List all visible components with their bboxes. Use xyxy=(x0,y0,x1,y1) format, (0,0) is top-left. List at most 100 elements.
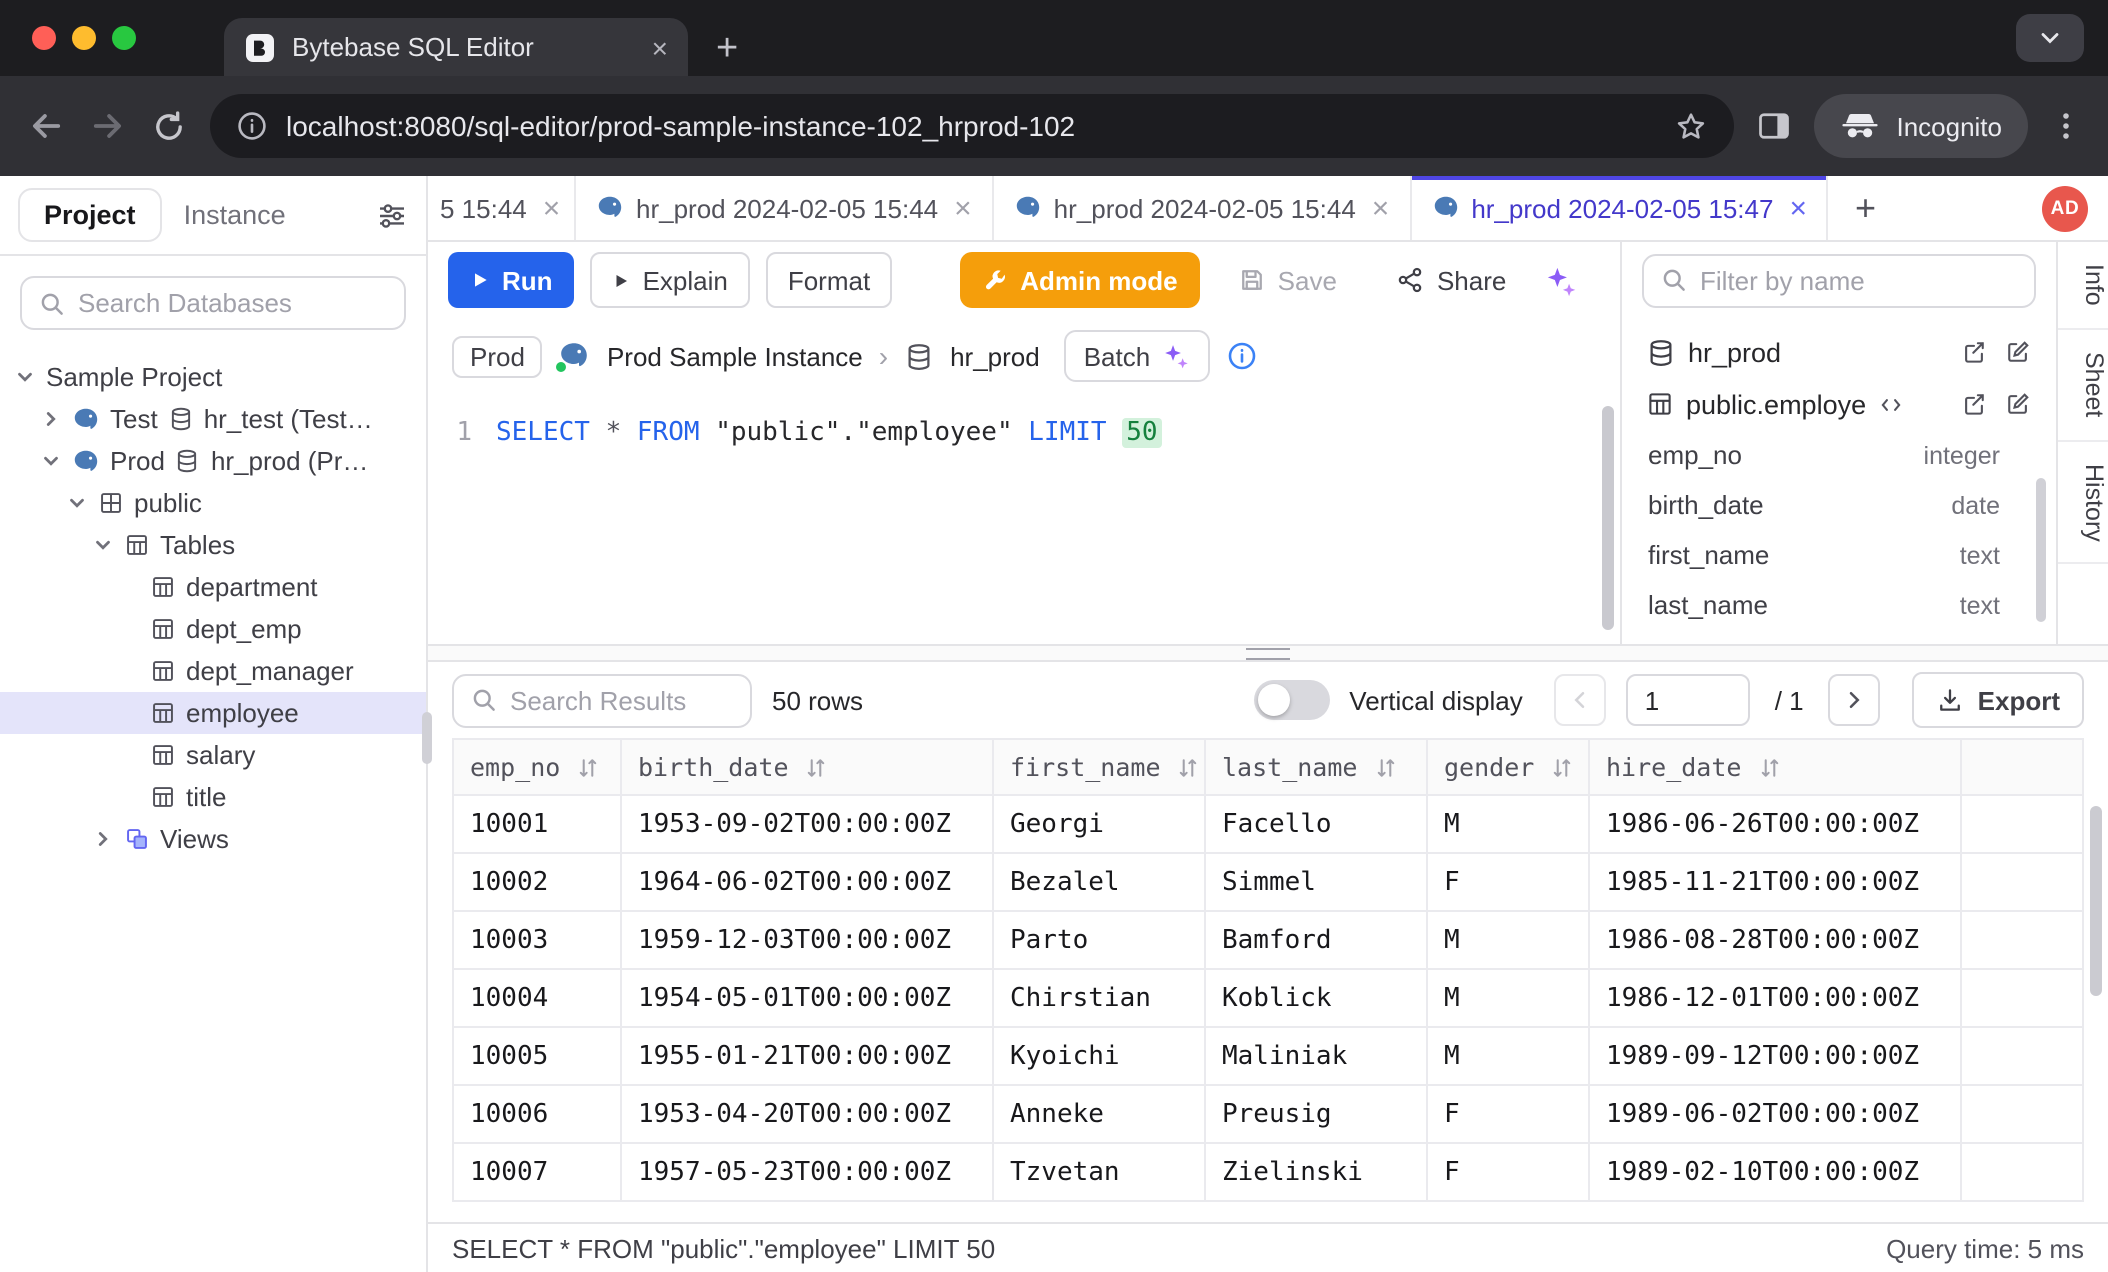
external-link-icon[interactable] xyxy=(1960,338,1988,366)
side-panel-icon[interactable] xyxy=(1756,108,1792,144)
table-cell[interactable]: Parto xyxy=(993,911,1205,969)
caret-right-icon[interactable] xyxy=(38,408,62,430)
table-cell[interactable]: 1985-11-21T00:00:00Z xyxy=(1589,853,1961,911)
column-header-last_name[interactable]: last_name xyxy=(1205,739,1427,795)
schema-column-birth_date[interactable]: birth_datedate xyxy=(1622,480,2056,530)
table-cell[interactable]: 1953-04-20T00:00:00Z xyxy=(621,1085,993,1143)
results-search-input[interactable] xyxy=(510,685,734,715)
close-sheet-icon[interactable]: × xyxy=(1789,193,1807,223)
tree-item-views[interactable]: Views xyxy=(0,818,426,860)
table-cell[interactable]: 1953-09-02T00:00:00Z xyxy=(621,795,993,853)
table-cell[interactable]: F xyxy=(1427,1085,1589,1143)
share-button[interactable]: Share xyxy=(1375,252,1528,308)
tree-item-dept-manager[interactable]: dept_manager xyxy=(0,650,426,692)
close-sheet-icon[interactable]: × xyxy=(1372,193,1390,223)
table-cell[interactable]: Chirstian xyxy=(993,969,1205,1027)
table-cell[interactable]: Kyoichi xyxy=(993,1027,1205,1085)
tree-item-salary[interactable]: salary xyxy=(0,734,426,776)
vertical-display-toggle[interactable] xyxy=(1253,680,1329,720)
tree-item-department[interactable]: department xyxy=(0,566,426,608)
sort-icon[interactable] xyxy=(1757,755,1781,779)
table-cell[interactable]: 1959-12-03T00:00:00Z xyxy=(621,911,993,969)
table-cell[interactable]: 10004 xyxy=(453,969,621,1027)
table-cell[interactable]: F xyxy=(1427,1143,1589,1201)
sheet-tab-2[interactable]: hr_prod 2024-02-05 15:44× xyxy=(576,176,994,240)
table-cell[interactable]: F xyxy=(1427,853,1589,911)
maximize-window-button[interactable] xyxy=(112,26,136,50)
schema-filter[interactable] xyxy=(1642,253,2036,307)
new-sheet-tab-button[interactable]: + xyxy=(1829,176,1902,240)
results-search[interactable] xyxy=(452,673,752,727)
caret-down-icon[interactable] xyxy=(90,534,114,556)
close-sheet-icon[interactable]: × xyxy=(954,193,972,223)
forward-button[interactable] xyxy=(88,106,128,146)
table-cell[interactable]: M xyxy=(1427,911,1589,969)
table-cell[interactable]: 1989-06-02T00:00:00Z xyxy=(1589,1085,1961,1143)
sheet-tab-3[interactable]: hr_prod 2024-02-05 15:44× xyxy=(994,176,1412,240)
save-button[interactable]: Save xyxy=(1216,252,1359,308)
sort-icon[interactable] xyxy=(1373,755,1397,779)
info-circle-icon[interactable] xyxy=(1226,340,1258,372)
sheet-tab-4[interactable]: hr_prod 2024-02-05 15:47× xyxy=(1411,176,1829,240)
page-number-input[interactable] xyxy=(1627,674,1751,726)
caret-down-icon[interactable] xyxy=(12,366,36,388)
batch-button[interactable]: Batch xyxy=(1064,330,1211,382)
close-tab-icon[interactable]: × xyxy=(652,33,668,61)
sort-icon[interactable] xyxy=(576,755,600,779)
table-cell[interactable]: Preusig xyxy=(1205,1085,1427,1143)
table-cell[interactable]: Tzvetan xyxy=(993,1143,1205,1201)
table-cell[interactable]: Georgi xyxy=(993,795,1205,853)
table-cell[interactable]: Bezalel xyxy=(993,853,1205,911)
schema-column-emp_no[interactable]: emp_nointeger xyxy=(1622,430,2056,480)
tab-project[interactable]: Project xyxy=(18,188,162,242)
table-cell[interactable]: Simmel xyxy=(1205,853,1427,911)
panel-tab-sheet[interactable]: Sheet xyxy=(2058,330,2108,441)
back-button[interactable] xyxy=(26,106,66,146)
column-header-first_name[interactable]: first_name xyxy=(993,739,1205,795)
code-icon[interactable] xyxy=(1878,391,1904,417)
browser-menu-icon[interactable] xyxy=(2050,110,2082,142)
environment-chip[interactable]: Prod xyxy=(452,335,543,377)
table-cell[interactable]: 1964-06-02T00:00:00Z xyxy=(621,853,993,911)
caret-right-icon[interactable] xyxy=(90,828,114,850)
tree-item-sample-project[interactable]: Sample Project xyxy=(0,356,426,398)
table-cell[interactable]: Facello xyxy=(1205,795,1427,853)
table-cell[interactable]: 1989-02-10T00:00:00Z xyxy=(1589,1143,1961,1201)
tab-instance[interactable]: Instance xyxy=(184,200,286,230)
schema-column-first_name[interactable]: first_nametext xyxy=(1622,530,2056,580)
edit-icon[interactable] xyxy=(2004,390,2032,418)
minimize-window-button[interactable] xyxy=(72,26,96,50)
table-cell[interactable]: M xyxy=(1427,795,1589,853)
table-cell[interactable]: 10007 xyxy=(453,1143,621,1201)
results-scrollbar[interactable] xyxy=(2090,806,2102,996)
sql-editor[interactable]: 1 SELECT * FROM "public"."employee" LIMI… xyxy=(428,394,1620,644)
tree-item-public[interactable]: public xyxy=(0,482,426,524)
admin-mode-button[interactable]: Admin mode xyxy=(960,252,1199,308)
table-cell[interactable]: 10005 xyxy=(453,1027,621,1085)
column-header-birth_date[interactable]: birth_date xyxy=(621,739,993,795)
new-browser-tab-button[interactable]: + xyxy=(716,30,738,68)
table-cell[interactable]: 1986-06-26T00:00:00Z xyxy=(1589,795,1961,853)
tree-item-employee[interactable]: employee xyxy=(0,692,426,734)
schema-table-row[interactable]: public.employe xyxy=(1622,378,2056,430)
database-search[interactable] xyxy=(20,276,406,330)
next-page-button[interactable] xyxy=(1828,674,1880,726)
database-name[interactable]: hr_prod xyxy=(950,341,1040,371)
tree-item-tables[interactable]: Tables xyxy=(0,524,426,566)
edit-icon[interactable] xyxy=(2004,338,2032,366)
sidebar-resize-handle[interactable] xyxy=(422,712,432,764)
table-cell[interactable]: 10006 xyxy=(453,1085,621,1143)
close-sheet-icon[interactable]: × xyxy=(543,193,561,223)
run-button[interactable]: Run xyxy=(448,252,575,308)
site-info-icon[interactable] xyxy=(236,110,268,142)
schema-scrollbar[interactable] xyxy=(2036,478,2046,622)
caret-down-icon[interactable] xyxy=(38,450,62,472)
schema-database-row[interactable]: hr_prod xyxy=(1622,326,2056,378)
browser-tab[interactable]: Bytebase SQL Editor × xyxy=(224,18,688,76)
table-cell[interactable]: 1957-05-23T00:00:00Z xyxy=(621,1143,993,1201)
column-header-emp_no[interactable]: emp_no xyxy=(453,739,621,795)
sheet-tab-1[interactable]: 5 15:44× xyxy=(428,176,576,240)
format-button[interactable]: Format xyxy=(766,252,892,308)
table-cell[interactable]: Anneke xyxy=(993,1085,1205,1143)
sort-icon[interactable] xyxy=(1177,755,1201,779)
